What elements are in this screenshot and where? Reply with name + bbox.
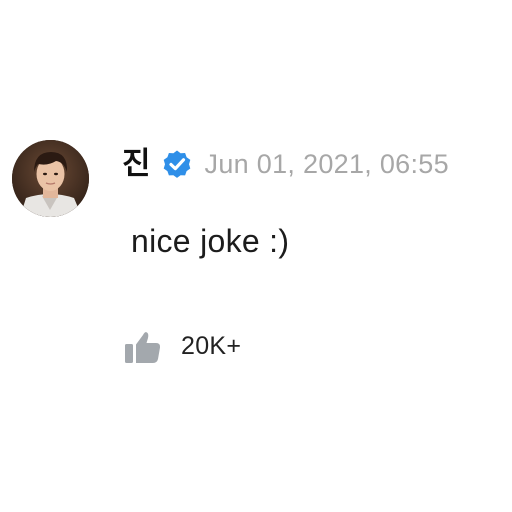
comment-timestamp: Jun 01, 2021, 06:55 xyxy=(204,148,449,179)
avatar[interactable] xyxy=(12,140,89,217)
avatar-photo xyxy=(12,140,89,217)
like-row: 20K+ xyxy=(122,325,241,367)
like-count: 20K+ xyxy=(181,331,242,360)
comment-header: 진 Jun 01, 2021, 06:55 xyxy=(122,143,449,185)
thumbs-up-icon[interactable] xyxy=(122,325,164,367)
comment-text: nice joke :) xyxy=(131,223,290,259)
comment-card: 진 Jun 01, 2021, 06:55 nice joke :) 20K+ xyxy=(0,0,512,512)
username[interactable]: 진 xyxy=(122,148,151,180)
verified-badge-icon xyxy=(161,148,193,180)
